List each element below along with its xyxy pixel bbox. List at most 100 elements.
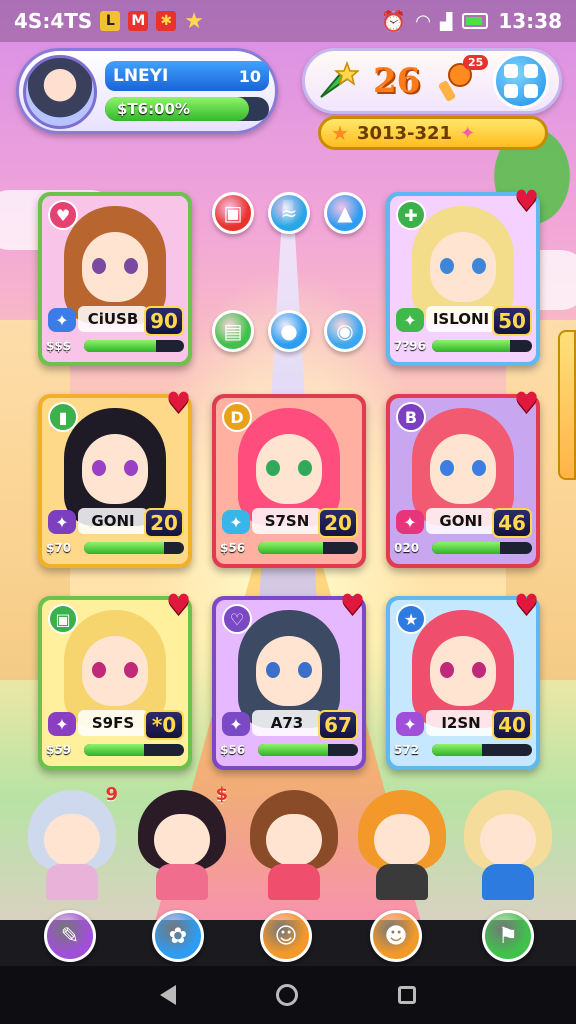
sparkle-icon: ✦ — [460, 122, 476, 144]
up-arrow-button[interactable]: ▲ — [324, 192, 366, 234]
character-eye — [440, 460, 454, 476]
card-hp-fill — [258, 542, 323, 554]
character-eye — [266, 460, 280, 476]
card-body: ★ ✦ I2SN 40 572 — [390, 600, 536, 766]
player-level: 10 — [238, 66, 261, 86]
chibi-silver[interactable]: 9 — [24, 784, 120, 902]
card-cost: 020 — [394, 541, 420, 555]
red-chest-button[interactable]: ▣ — [212, 192, 254, 234]
main-menu-button[interactable] — [493, 53, 549, 109]
card-body: ✚ ✦ ISLONI 50 7?96 — [390, 196, 536, 362]
shield-tool-button[interactable]: ⚑ — [482, 910, 534, 962]
character-card[interactable]: D ✦ S7SN 20 $56 — [212, 394, 366, 568]
player-avatar[interactable] — [23, 55, 97, 129]
character-eye — [92, 662, 106, 678]
character-card[interactable]: B ✦ GONI 46 020 ♥ — [386, 386, 540, 568]
card-hp-fill — [432, 542, 500, 554]
chibi-body — [46, 864, 98, 900]
resource-panel: 26 25 — [302, 48, 562, 114]
notification-l-icon: L — [100, 11, 121, 31]
card-class-badge-icon: D — [222, 402, 252, 432]
character-card[interactable]: ✚ ✦ ISLONI 50 7?96 ♥ — [386, 184, 540, 366]
gold-amount: 3013-321 — [356, 122, 453, 144]
character-eye — [440, 662, 454, 678]
favorite-heart-icon[interactable]: ♥ — [514, 184, 546, 217]
status-left-text: 4S:4TS — [14, 9, 93, 33]
orb-button[interactable]: ◉ — [324, 310, 366, 352]
character-card[interactable]: ▮ ✦ GONI 20 $70 ♥ — [38, 386, 192, 568]
chibi-brown-braids[interactable] — [246, 784, 342, 902]
card-name: GONI — [426, 508, 496, 534]
character-eye — [472, 258, 486, 274]
card-stat-row: $$$ — [46, 334, 184, 358]
character-card[interactable]: ▣ ✦ S9FS *0 $59 ♥ — [38, 588, 192, 770]
card-stat-row: $56 — [220, 738, 358, 762]
character-card[interactable]: ♥ ✦ CiUSB 90 $$$ — [38, 192, 192, 366]
character-eye — [472, 662, 486, 678]
card-weapon-icon: ✦ — [222, 510, 250, 534]
card-hp-fill — [432, 744, 482, 756]
favorite-heart-icon[interactable]: ♥ — [340, 588, 372, 621]
card-hp-fill — [258, 744, 328, 756]
chibi-dark-bun[interactable]: $ — [134, 784, 230, 902]
favorite-heart-icon[interactable]: ♥ — [514, 588, 546, 621]
chibi-body — [156, 864, 208, 900]
card-body: ▣ ✦ S9FS *0 $59 — [42, 600, 188, 766]
blue-swirl-button[interactable]: ≈ — [268, 192, 310, 234]
character-eye — [472, 460, 486, 476]
character-card[interactable]: ★ ✦ I2SN 40 572 ♥ — [386, 588, 540, 770]
chibi-face — [266, 814, 322, 866]
back-nav-icon[interactable] — [160, 985, 176, 1005]
status-bar: 4S:4TS L M ✱ ★ ⏰ ◠ ▟ 13:38 — [0, 0, 576, 42]
card-class-badge-icon: B — [396, 402, 426, 432]
gold-star-icon: ★ — [331, 121, 349, 145]
ally-face-button[interactable]: ☻ — [370, 910, 422, 962]
paw-button[interactable]: ✿ — [152, 910, 204, 962]
card-hp-bar — [84, 744, 184, 756]
character-eye — [92, 258, 106, 274]
card-name: CiUSB — [78, 306, 148, 332]
card-weapon-icon: ✦ — [48, 308, 76, 332]
side-drawer-tab[interactable] — [558, 330, 576, 480]
favorite-heart-icon[interactable]: ♥ — [514, 386, 546, 419]
card-weapon-icon: ✦ — [222, 712, 250, 736]
status-time: 13:38 — [498, 9, 562, 33]
favorite-heart-icon[interactable]: ♥ — [166, 588, 198, 621]
chibi-face — [44, 814, 100, 866]
chibi-badge: 9 — [105, 784, 118, 805]
home-nav-icon[interactable] — [276, 984, 298, 1006]
recents-nav-icon[interactable] — [398, 986, 416, 1004]
chibi-orange-spiky[interactable] — [354, 784, 450, 902]
card-weapon-icon: ✦ — [396, 308, 424, 332]
chibi-blonde-pink[interactable] — [460, 784, 556, 902]
card-hp-bar — [432, 340, 532, 352]
green-book-button[interactable]: ▤ — [212, 310, 254, 352]
rocket-star-icon[interactable] — [315, 59, 359, 103]
wand-button[interactable]: ✎ — [44, 910, 96, 962]
character-eye — [124, 662, 138, 678]
card-power: 90 — [144, 306, 184, 336]
hero-face-button[interactable]: ☺ — [260, 910, 312, 962]
alarm-icon: ⏰ — [381, 9, 407, 33]
card-hp-bar — [84, 340, 184, 352]
card-power: 40 — [492, 710, 532, 740]
card-class-badge-icon: ▣ — [48, 604, 78, 634]
favorite-heart-icon[interactable]: ♥ — [166, 386, 198, 419]
card-cost: 7?96 — [394, 339, 427, 353]
card-hp-bar — [84, 542, 184, 554]
card-weapon-icon: ✦ — [48, 510, 76, 534]
character-card[interactable]: ♡ ✦ A73 67 $56 ♥ — [212, 588, 366, 770]
chibi-body — [376, 864, 428, 900]
card-name: GONI — [78, 508, 148, 534]
card-cost: $70 — [46, 541, 72, 555]
player-profile-panel[interactable]: LNEYI 10 $T6:00% — [16, 48, 278, 134]
card-body: B ✦ GONI 46 020 — [390, 398, 536, 564]
card-body: ♥ ✦ CiUSB 90 $$$ — [42, 196, 188, 362]
card-class-badge-icon: ★ — [396, 604, 426, 634]
water-drop-button[interactable]: ● — [268, 310, 310, 352]
card-stat-row: $70 — [46, 536, 184, 560]
card-power: 67 — [318, 710, 358, 740]
card-power: 50 — [492, 306, 532, 336]
torch-gem-icon[interactable]: 25 — [434, 55, 489, 103]
gold-bar[interactable]: ★ 3013-321 ✦ — [318, 116, 548, 150]
